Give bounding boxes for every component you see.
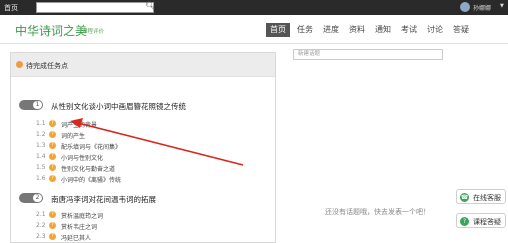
task-point-icon: ? — [49, 142, 56, 149]
search-input[interactable] — [36, 2, 154, 13]
lesson-number: 1.2 — [36, 131, 46, 138]
lesson-title[interactable]: 冯延巳其人 — [61, 233, 91, 242]
course-qa-label: 课程答疑 — [473, 218, 501, 226]
online-service-button[interactable]: ☎ 在线客服 — [456, 189, 506, 204]
chapter-toggle[interactable]: 1 — [19, 100, 43, 110]
home-link[interactable]: 首页 — [4, 3, 18, 13]
avatar[interactable] — [460, 2, 470, 12]
chapter-toggle[interactable]: 2 — [19, 193, 43, 203]
tab-home[interactable]: 首页 — [266, 23, 290, 37]
tab-qa[interactable]: 答疑 — [450, 23, 472, 37]
lesson-number: 2.2 — [36, 222, 46, 229]
task-point-icon: ? — [49, 211, 56, 218]
lesson-title[interactable]: 配乐填词与《花间集》 — [61, 142, 121, 151]
tasks-panel-header: 待完成任务点 — [11, 53, 275, 77]
discussion-panel: 新建话题 还没有话题哦，快去发表一个吧！ — [293, 49, 443, 243]
search-icon[interactable]: 🔍︎ — [145, 1, 155, 10]
tab-exams[interactable]: 考试 — [398, 23, 420, 37]
empty-discussion-text: 还没有话题哦，快去发表一个吧！ — [325, 208, 430, 216]
tab-progress[interactable]: 进度 — [320, 23, 342, 37]
course-header: 中华诗词之美 课程评价 首页 任务 进度 资料 通知 考试 讨论 答疑 — [0, 15, 508, 44]
tab-tasks[interactable]: 任务 — [294, 23, 316, 37]
tab-notices[interactable]: 通知 — [372, 23, 394, 37]
task-point-icon: ? — [49, 153, 56, 160]
lesson-title[interactable]: 词产生的背景 — [61, 120, 97, 129]
task-point-icon: ? — [49, 120, 56, 127]
task-point-icon: ? — [49, 164, 56, 171]
pending-dot-icon — [16, 61, 23, 68]
lesson-title[interactable]: 小词中的《离骚》传统 — [61, 175, 121, 184]
lesson-title[interactable]: 性别文化与勤奋之道 — [61, 164, 115, 173]
tab-discussion[interactable]: 讨论 — [424, 23, 446, 37]
lesson-number: 2.1 — [36, 211, 46, 218]
task-point-icon: ? — [49, 222, 56, 229]
lesson-number: 2.3 — [36, 233, 46, 240]
tasks-heading: 待完成任务点 — [26, 62, 68, 70]
lesson-number: 1.4 — [36, 153, 46, 160]
user-name[interactable]: 孙娜娜 — [473, 3, 491, 12]
chapter-number: 2 — [33, 194, 42, 202]
course-qa-button[interactable]: ? 课程答疑 — [456, 213, 506, 228]
chapter-title[interactable]: 南唐冯李词对花间温韦词的拓展 — [51, 194, 156, 205]
task-point-icon: ? — [49, 233, 56, 240]
tab-materials[interactable]: 资料 — [346, 23, 368, 37]
question-icon: ? — [460, 217, 469, 226]
new-topic-input[interactable]: 新建话题 — [293, 49, 443, 60]
chapter-number: 1 — [33, 101, 42, 109]
lesson-title[interactable]: 小词与性别文化 — [61, 153, 103, 162]
chapter-title[interactable]: 从性别文化谈小词中画眉簪花照镜之传统 — [51, 101, 186, 112]
task-point-icon: ? — [49, 175, 56, 182]
lesson-number: 1.5 — [36, 164, 46, 171]
task-point-icon: ? — [49, 131, 56, 138]
chevron-down-icon[interactable]: ▼ — [500, 3, 504, 9]
lesson-title[interactable]: 赏析韦庄之词 — [61, 222, 97, 231]
course-evaluation-link[interactable]: 课程评价 — [82, 27, 104, 35]
tasks-panel: 待完成任务点 1 从性别文化谈小词中画眉簪花照镜之传统 1.1 ? 词产生的背景… — [10, 52, 276, 243]
lesson-number: 1.3 — [36, 142, 46, 149]
lesson-title[interactable]: 赏析温庭筠之词 — [61, 211, 103, 220]
lesson-title[interactable]: 词的产生 — [61, 131, 85, 140]
lesson-number: 1.6 — [36, 175, 46, 182]
chat-icon: ☎ — [460, 193, 469, 202]
lesson-number: 1.1 — [36, 120, 46, 127]
online-service-label: 在线客服 — [473, 194, 501, 202]
top-bar: 首页 🔍︎ 孙娜娜 ▼ — [0, 0, 508, 15]
course-title: 中华诗词之美 — [15, 24, 88, 38]
